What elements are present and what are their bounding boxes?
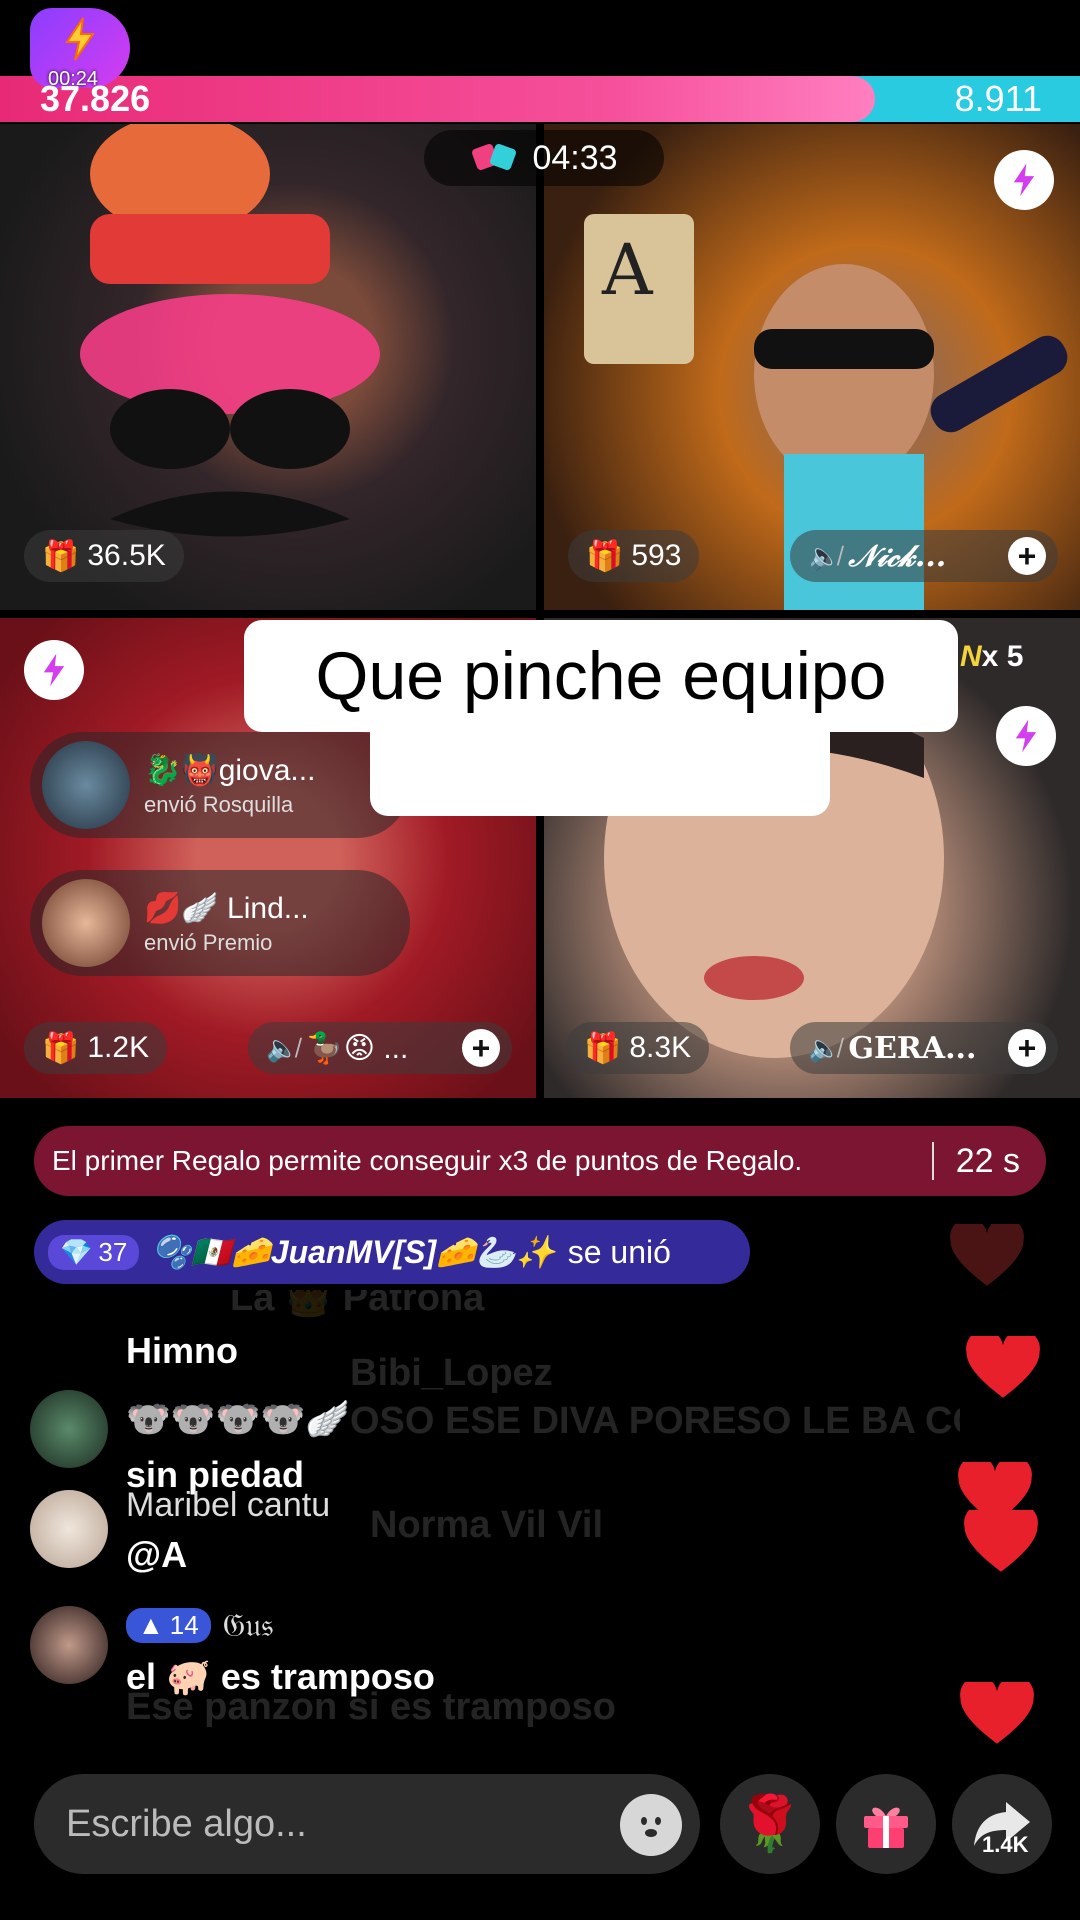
viewer-count-guest-3: 🎁 8.3K <box>566 1022 710 1074</box>
cohost-lightning-icon[interactable] <box>996 706 1056 766</box>
chat-message: el 🐖 es tramposo <box>126 1656 435 1697</box>
muted-speaker-icon: 🔈̸ <box>266 1032 299 1063</box>
avatar <box>42 741 130 829</box>
round-timer-text: 04:33 <box>532 138 618 177</box>
video-caption-emojis: 😱😱😱😱😱 <box>370 724 830 816</box>
level-badge: ▲ 14 <box>126 1608 211 1643</box>
battle-round-timer: 04:33 <box>424 130 664 186</box>
smiley-icon <box>631 1805 671 1845</box>
banner-divider <box>931 1142 934 1180</box>
rose-icon: 🌹 <box>736 1793 804 1854</box>
heart-icon <box>960 1682 1034 1744</box>
svg-text:A: A <box>601 229 654 311</box>
battle-score-right: 8.911 <box>954 78 1042 119</box>
chat-ghost-line: OSO ESE DIVA PORESO LE BA COMO <box>350 1400 960 1442</box>
viewer-count-guest-1: 🎁 593 <box>568 530 700 582</box>
guest-1-name-pill[interactable]: 🔈̸ 𝒩𝒾𝒸𝓀... + <box>790 530 1058 582</box>
gift-box-icon <box>864 1807 908 1848</box>
follow-plus-button[interactable]: + <box>462 1029 500 1067</box>
comment-input[interactable]: Escribe algo... <box>34 1774 700 1874</box>
chat-ghost-line: La 👑 Patrona <box>230 1290 485 1319</box>
chat-username[interactable]: Maribel cantu <box>126 1486 330 1525</box>
avatar[interactable] <box>30 1490 108 1568</box>
cohost-lightning-icon[interactable] <box>994 150 1054 210</box>
viewer-count-host: 🎁 36.5K <box>24 530 184 582</box>
win-streak-badge: Nx 5 <box>960 640 1024 673</box>
chat-ghost-line: Norma Vil Vil <box>370 1504 604 1546</box>
gift-bonus-banner[interactable]: El primer Regalo permite conseguir x3 de… <box>34 1126 1046 1196</box>
battle-versus-icon <box>472 144 517 170</box>
share-count: 1.4K <box>982 1832 1029 1857</box>
share-button[interactable] <box>952 1774 1052 1874</box>
chat-username[interactable]: 𝔊𝔲𝔰 <box>223 1606 274 1645</box>
viewer-count-guest-2: 🎁 1.2K <box>24 1022 168 1074</box>
follow-plus-button[interactable]: + <box>1008 1029 1046 1067</box>
gift-box-icon: 🎁 <box>584 1031 622 1065</box>
avatar[interactable] <box>30 1606 108 1684</box>
heart-icon <box>966 1336 1040 1398</box>
triangle-icon: ▲ <box>138 1610 164 1640</box>
guest-3-name-pill[interactable]: 🔈̸ GERA... + <box>790 1022 1058 1074</box>
gift-notification: 🐉👹giova... envió Rosquilla <box>30 732 410 838</box>
chat-ghost-line: Bibi_Lopez <box>350 1352 553 1394</box>
chat-user-line: ▲ 14 𝔊𝔲𝔰 <box>126 1606 273 1645</box>
guest-2-name-pill[interactable]: 🔈̸ 🦆😡 ... + <box>248 1022 512 1074</box>
gift-notification: 💋🪽 Lind... envió Premio <box>30 870 410 976</box>
gift-button[interactable] <box>836 1774 936 1874</box>
cohost-lightning-icon[interactable] <box>24 640 84 700</box>
gift-box-icon: 🎁 <box>42 1031 80 1065</box>
lightning-icon <box>65 17 95 61</box>
chat-message: Himno <box>126 1330 238 1371</box>
level-badge: 💎 37 <box>48 1234 140 1270</box>
chat-message: @A <box>126 1534 188 1575</box>
emoji-button[interactable] <box>620 1794 682 1856</box>
diamond-icon: 💎 <box>60 1236 93 1267</box>
gift-box-icon: 🎁 <box>586 539 624 573</box>
banner-text: El primer Regalo permite conseguir x3 de… <box>52 1145 803 1176</box>
muted-speaker-icon: 🔈̸ <box>808 540 841 571</box>
chat-feed[interactable]: La 👑 Patrona Bibi_Lopez OSO ESE DIVA POR… <box>0 1290 960 1760</box>
follow-plus-button[interactable]: + <box>1008 537 1046 575</box>
heart-icon <box>950 1224 1024 1286</box>
rose-gift-button[interactable]: 🌹 <box>720 1774 820 1874</box>
battle-elapsed-time: 00:24 <box>48 68 99 90</box>
muted-speaker-icon: 🔈̸ <box>808 1032 841 1063</box>
avatar[interactable] <box>30 1390 108 1468</box>
avatar <box>42 879 130 967</box>
user-joined-bar: 💎 37 🫧🇲🇽🧀JuanMV[S]🧀🦢✨ se unió <box>34 1220 750 1284</box>
chat-message: 🐨🐨🐨🐨🪽 <box>126 1398 351 1439</box>
gift-box-icon: 🎁 <box>42 539 80 573</box>
banner-countdown: 22 s <box>955 1141 1020 1180</box>
battle-score-bar <box>0 76 1080 122</box>
video-caption: Que pinche equipo <box>244 620 958 732</box>
heart-icon <box>964 1510 1038 1572</box>
